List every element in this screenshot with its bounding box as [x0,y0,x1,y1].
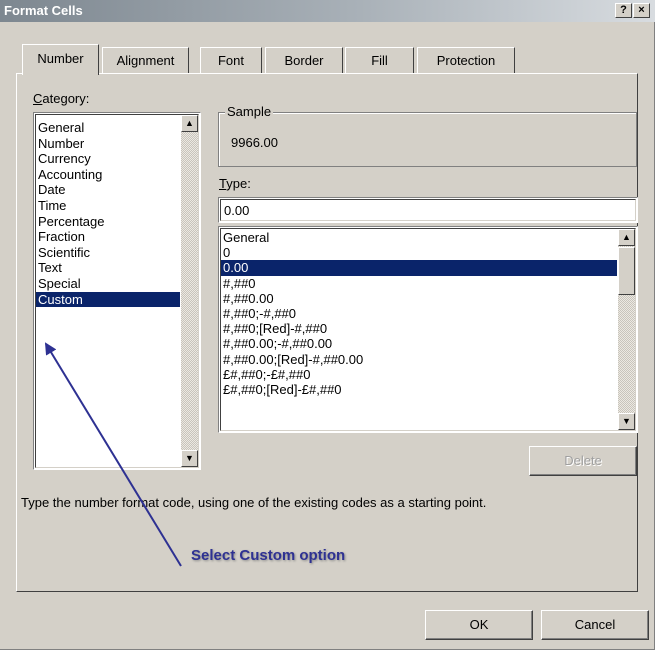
category-item[interactable]: Scientific [36,245,180,261]
format-code-item[interactable]: £#,##0;[Red]-£#,##0 [221,382,617,397]
category-item[interactable]: Percentage [36,214,180,230]
category-item[interactable]: Fraction [36,229,180,245]
help-icon: ? [620,4,627,16]
title-bar[interactable]: Format Cells ? × [0,0,655,22]
tab-number[interactable]: Number [22,44,99,75]
category-listbox[interactable]: General Number Currency Accounting Date Time P… [33,112,201,470]
close-button[interactable]: × [633,3,650,18]
format-code-item[interactable]: #,##0.00;[Red]-#,##0.00 [221,352,617,367]
number-tab-panel: Category: General Number Currency Accountin… [16,73,638,592]
hint-text: Type the number format code, using one o… [21,495,487,510]
arrow-up-icon: ▲ [622,232,631,242]
sample-legend: Sample [225,104,274,119]
category-item[interactable]: General [36,120,180,136]
arrow-up-icon: ▲ [185,118,194,128]
category-item[interactable]: Special [36,276,180,292]
category-item[interactable]: Number [36,136,180,152]
type-field[interactable] [218,197,638,223]
codes-scroll-down-button[interactable]: ▼ [618,413,635,430]
category-label: Category: [33,91,90,106]
close-icon: × [638,4,645,16]
format-code-item[interactable]: 0.00 [221,260,617,276]
format-code-item[interactable]: #,##0.00;-#,##0.00 [221,336,617,351]
sample-value: 9966.00 [231,135,278,150]
arrow-down-icon: ▼ [622,416,631,426]
tab-protection[interactable]: Protection [417,47,515,74]
category-item[interactable]: Time [36,198,180,214]
format-code-item[interactable]: #,##0.00 [221,291,617,306]
category-item[interactable]: Date [36,182,180,198]
format-codes-scrollbar[interactable]: ▲ ▼ [618,229,635,430]
help-button[interactable]: ? [615,3,632,18]
format-code-item[interactable]: 0 [221,245,617,260]
dialog-title: Format Cells [4,3,83,18]
category-scrollbar[interactable]: ▲ ▼ [181,115,198,467]
category-item[interactable]: Accounting [36,167,180,183]
cancel-button[interactable]: Cancel [541,610,649,640]
format-code-item[interactable]: #,##0;-#,##0 [221,306,617,321]
format-code-item[interactable]: General [221,230,617,245]
format-code-item[interactable]: £#,##0;-£#,##0 [221,367,617,382]
type-input[interactable] [220,199,636,221]
sample-group: Sample 9966.00 [218,104,637,167]
format-code-item[interactable]: #,##0 [221,276,617,291]
format-codes-listbox[interactable]: General 0 0.00 #,##0 #,##0.00 #,##0;-#,##0 #,#… [218,226,638,433]
tab-fill[interactable]: Fill [345,47,414,74]
tab-alignment[interactable]: Alignment [102,47,189,74]
ok-button[interactable]: OK [425,610,533,640]
type-label: Type: [219,176,251,191]
codes-scroll-thumb[interactable] [618,247,635,295]
category-item[interactable]: Text [36,260,180,276]
category-item[interactable]: Currency [36,151,180,167]
codes-scroll-up-button[interactable]: ▲ [618,229,635,246]
format-codes-list: General 0 0.00 #,##0 #,##0.00 #,##0;-#,##0 #,#… [221,230,617,397]
arrow-down-icon: ▼ [185,453,194,463]
format-code-item[interactable]: #,##0;[Red]-#,##0 [221,321,617,336]
category-item[interactable]: Custom [36,291,180,308]
category-scroll-up-button[interactable]: ▲ [181,115,198,132]
category-list: General Number Currency Accounting Date Time P… [36,120,180,308]
category-scroll-down-button[interactable]: ▼ [181,450,198,467]
tab-font[interactable]: Font [200,47,262,74]
delete-button[interactable]: Delete [529,446,637,476]
tab-border[interactable]: Border [265,47,343,74]
annotation-label: Select Custom option [191,547,346,564]
